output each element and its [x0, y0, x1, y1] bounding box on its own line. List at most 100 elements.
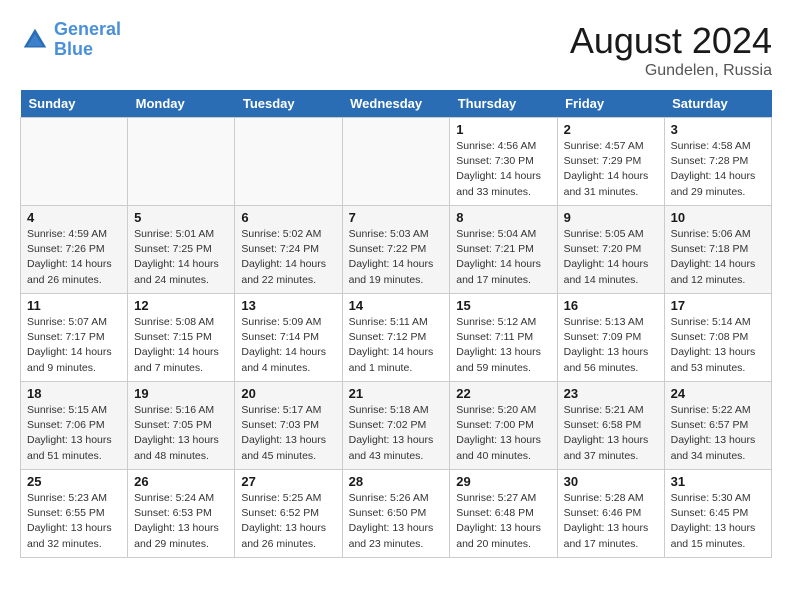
day-number: 15 — [456, 298, 550, 313]
calendar-cell: 9 Sunrise: 5:05 AM Sunset: 7:20 PM Daylig… — [557, 206, 664, 294]
calendar-cell: 13Sunrise: 5:09 AM Sunset: 7:14 PM Dayli… — [235, 294, 342, 382]
day-number: 17 — [671, 298, 765, 313]
day-info: Sunrise: 5:05 AM Sunset: 7:20 PM Dayligh… — [564, 227, 658, 288]
header-monday: Monday — [128, 90, 235, 118]
day-number: 1 — [456, 122, 550, 137]
day-info: Sunrise: 5:22 AM Sunset: 6:57 PM Dayligh… — [671, 403, 765, 464]
day-info: Sunrise: 5:18 AM Sunset: 7:02 PM Dayligh… — [349, 403, 444, 464]
calendar-cell: 6Sunrise: 5:02 AM Sunset: 7:24 PM Daylig… — [235, 206, 342, 294]
day-number: 10 — [671, 210, 765, 225]
day-info: Sunrise: 5:28 AM Sunset: 6:46 PM Dayligh… — [564, 491, 658, 552]
calendar-header-row: SundayMondayTuesdayWednesdayThursdayFrid… — [21, 90, 772, 118]
day-info: Sunrise: 5:23 AM Sunset: 6:55 PM Dayligh… — [27, 491, 121, 552]
day-number: 22 — [456, 386, 550, 401]
day-info: Sunrise: 5:13 AM Sunset: 7:09 PM Dayligh… — [564, 315, 658, 376]
day-info: Sunrise: 5:07 AM Sunset: 7:17 PM Dayligh… — [27, 315, 121, 376]
day-info: Sunrise: 5:14 AM Sunset: 7:08 PM Dayligh… — [671, 315, 765, 376]
day-number: 23 — [564, 386, 658, 401]
day-info: Sunrise: 5:12 AM Sunset: 7:11 PM Dayligh… — [456, 315, 550, 376]
week-row-5: 25 Sunrise: 5:23 AM Sunset: 6:55 PM Dayli… — [21, 470, 772, 558]
day-number: 25 — [27, 474, 121, 489]
header-tuesday: Tuesday — [235, 90, 342, 118]
day-number: 9 — [564, 210, 658, 225]
day-info: Sunrise: 5:24 AM Sunset: 6:53 PM Dayligh… — [134, 491, 228, 552]
calendar-cell: 25 Sunrise: 5:23 AM Sunset: 6:55 PM Dayli… — [21, 470, 128, 558]
calendar-cell: 28Sunrise: 5:26 AM Sunset: 6:50 PM Dayli… — [342, 470, 450, 558]
calendar-cell: 22 Sunrise: 5:20 AM Sunset: 7:00 PM Dayli… — [450, 382, 557, 470]
calendar-cell: 1 Sunrise: 4:56 AM Sunset: 7:30 PM Daylig… — [450, 118, 557, 206]
day-info: Sunrise: 5:27 AM Sunset: 6:48 PM Dayligh… — [456, 491, 550, 552]
day-info: Sunrise: 4:58 AM Sunset: 7:28 PM Dayligh… — [671, 139, 765, 200]
calendar-cell: 11Sunrise: 5:07 AM Sunset: 7:17 PM Dayli… — [21, 294, 128, 382]
calendar-cell: 23 Sunrise: 5:21 AM Sunset: 6:58 PM Dayli… — [557, 382, 664, 470]
day-number: 13 — [241, 298, 335, 313]
calendar-cell: 2 Sunrise: 4:57 AM Sunset: 7:29 PM Daylig… — [557, 118, 664, 206]
day-number: 19 — [134, 386, 228, 401]
calendar-table: SundayMondayTuesdayWednesdayThursdayFrid… — [20, 90, 772, 558]
header-thursday: Thursday — [450, 90, 557, 118]
header-saturday: Saturday — [664, 90, 771, 118]
day-info: Sunrise: 5:20 AM Sunset: 7:00 PM Dayligh… — [456, 403, 550, 464]
day-number: 7 — [349, 210, 444, 225]
calendar-cell: 4Sunrise: 4:59 AM Sunset: 7:26 PM Daylig… — [21, 206, 128, 294]
calendar-cell: 27 Sunrise: 5:25 AM Sunset: 6:52 PM Dayli… — [235, 470, 342, 558]
day-info: Sunrise: 5:04 AM Sunset: 7:21 PM Dayligh… — [456, 227, 550, 288]
logo: General Blue — [20, 20, 121, 60]
day-number: 18 — [27, 386, 121, 401]
calendar-cell: 3 Sunrise: 4:58 AM Sunset: 7:28 PM Daylig… — [664, 118, 771, 206]
calendar-cell: 15 Sunrise: 5:12 AM Sunset: 7:11 PM Dayli… — [450, 294, 557, 382]
calendar-cell: 19Sunrise: 5:16 AM Sunset: 7:05 PM Dayli… — [128, 382, 235, 470]
calendar-cell — [128, 118, 235, 206]
header-friday: Friday — [557, 90, 664, 118]
calendar-cell: 7Sunrise: 5:03 AM Sunset: 7:22 PM Daylig… — [342, 206, 450, 294]
location: Gundelen, Russia — [570, 62, 772, 80]
day-info: Sunrise: 4:57 AM Sunset: 7:29 PM Dayligh… — [564, 139, 658, 200]
calendar-cell: 31 Sunrise: 5:30 AM Sunset: 6:45 PM Dayli… — [664, 470, 771, 558]
day-info: Sunrise: 5:06 AM Sunset: 7:18 PM Dayligh… — [671, 227, 765, 288]
day-number: 27 — [241, 474, 335, 489]
day-info: Sunrise: 5:21 AM Sunset: 6:58 PM Dayligh… — [564, 403, 658, 464]
calendar-cell: 14 Sunrise: 5:11 AM Sunset: 7:12 PM Dayli… — [342, 294, 450, 382]
day-number: 30 — [564, 474, 658, 489]
header-wednesday: Wednesday — [342, 90, 450, 118]
day-info: Sunrise: 5:25 AM Sunset: 6:52 PM Dayligh… — [241, 491, 335, 552]
day-info: Sunrise: 5:30 AM Sunset: 6:45 PM Dayligh… — [671, 491, 765, 552]
day-number: 26 — [134, 474, 228, 489]
calendar-cell: 30 Sunrise: 5:28 AM Sunset: 6:46 PM Dayli… — [557, 470, 664, 558]
month-year: August 2024 — [570, 20, 772, 62]
day-info: Sunrise: 4:56 AM Sunset: 7:30 PM Dayligh… — [456, 139, 550, 200]
title-block: August 2024 Gundelen, Russia — [570, 20, 772, 80]
day-info: Sunrise: 5:02 AM Sunset: 7:24 PM Dayligh… — [241, 227, 335, 288]
calendar-cell: 21 Sunrise: 5:18 AM Sunset: 7:02 PM Dayli… — [342, 382, 450, 470]
day-info: Sunrise: 5:15 AM Sunset: 7:06 PM Dayligh… — [27, 403, 121, 464]
week-row-2: 4Sunrise: 4:59 AM Sunset: 7:26 PM Daylig… — [21, 206, 772, 294]
day-number: 2 — [564, 122, 658, 137]
day-info: Sunrise: 5:08 AM Sunset: 7:15 PM Dayligh… — [134, 315, 228, 376]
day-number: 21 — [349, 386, 444, 401]
calendar-cell: 16 Sunrise: 5:13 AM Sunset: 7:09 PM Dayli… — [557, 294, 664, 382]
day-number: 16 — [564, 298, 658, 313]
day-number: 14 — [349, 298, 444, 313]
week-row-3: 11Sunrise: 5:07 AM Sunset: 7:17 PM Dayli… — [21, 294, 772, 382]
day-number: 24 — [671, 386, 765, 401]
header-sunday: Sunday — [21, 90, 128, 118]
logo-text: General Blue — [54, 20, 121, 60]
day-number: 20 — [241, 386, 335, 401]
day-number: 8 — [456, 210, 550, 225]
calendar-cell — [235, 118, 342, 206]
calendar-cell: 5Sunrise: 5:01 AM Sunset: 7:25 PM Daylig… — [128, 206, 235, 294]
week-row-1: 1 Sunrise: 4:56 AM Sunset: 7:30 PM Daylig… — [21, 118, 772, 206]
day-number: 12 — [134, 298, 228, 313]
calendar-cell: 8 Sunrise: 5:04 AM Sunset: 7:21 PM Daylig… — [450, 206, 557, 294]
calendar-cell: 26 Sunrise: 5:24 AM Sunset: 6:53 PM Dayli… — [128, 470, 235, 558]
day-info: Sunrise: 5:11 AM Sunset: 7:12 PM Dayligh… — [349, 315, 444, 376]
day-number: 3 — [671, 122, 765, 137]
day-info: Sunrise: 5:26 AM Sunset: 6:50 PM Dayligh… — [349, 491, 444, 552]
day-number: 29 — [456, 474, 550, 489]
day-info: Sunrise: 5:01 AM Sunset: 7:25 PM Dayligh… — [134, 227, 228, 288]
calendar-cell: 10 Sunrise: 5:06 AM Sunset: 7:18 PM Dayli… — [664, 206, 771, 294]
calendar-cell: 12 Sunrise: 5:08 AM Sunset: 7:15 PM Dayli… — [128, 294, 235, 382]
calendar-cell: 17 Sunrise: 5:14 AM Sunset: 7:08 PM Dayli… — [664, 294, 771, 382]
day-number: 31 — [671, 474, 765, 489]
calendar-cell — [21, 118, 128, 206]
